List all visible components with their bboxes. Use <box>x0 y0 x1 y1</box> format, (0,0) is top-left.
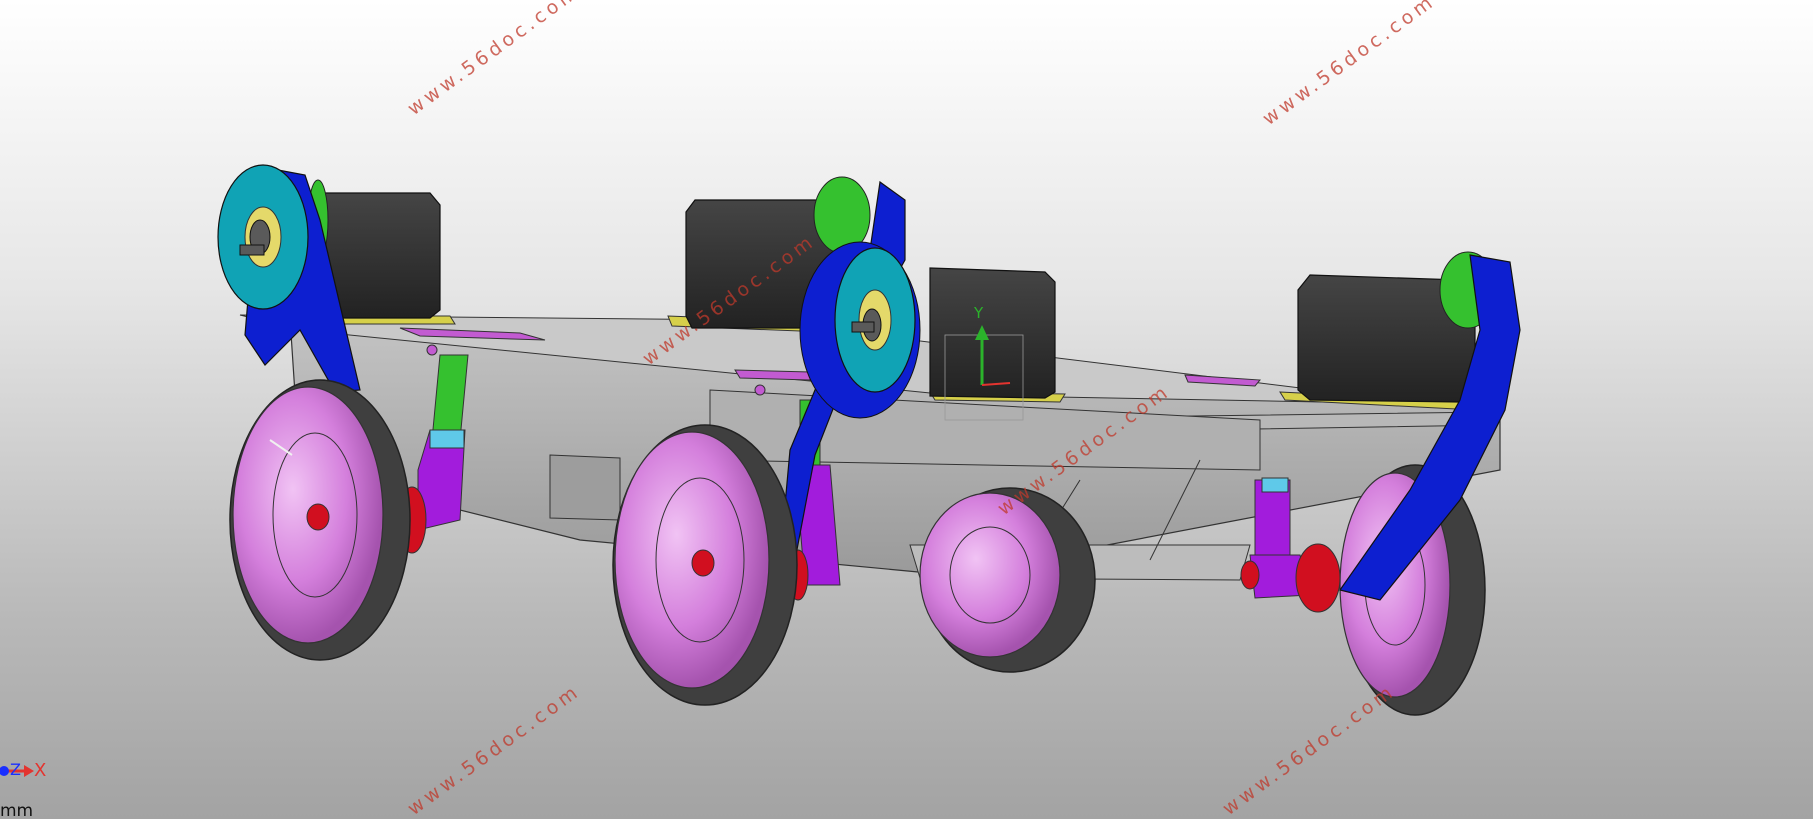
triad-y-label: Y <box>974 304 984 322</box>
cad-viewport[interactable]: www.56doc.com www.56doc.com www.56doc.co… <box>0 0 1813 819</box>
robot-chassis-3d-model[interactable] <box>0 0 1813 819</box>
wheel-front-middle[interactable] <box>612 424 798 706</box>
wheel-front-left[interactable] <box>229 379 411 661</box>
triad-z-label: Z <box>10 760 21 779</box>
triad-x-label: X <box>34 760 47 781</box>
units-label: mm <box>0 801 34 819</box>
